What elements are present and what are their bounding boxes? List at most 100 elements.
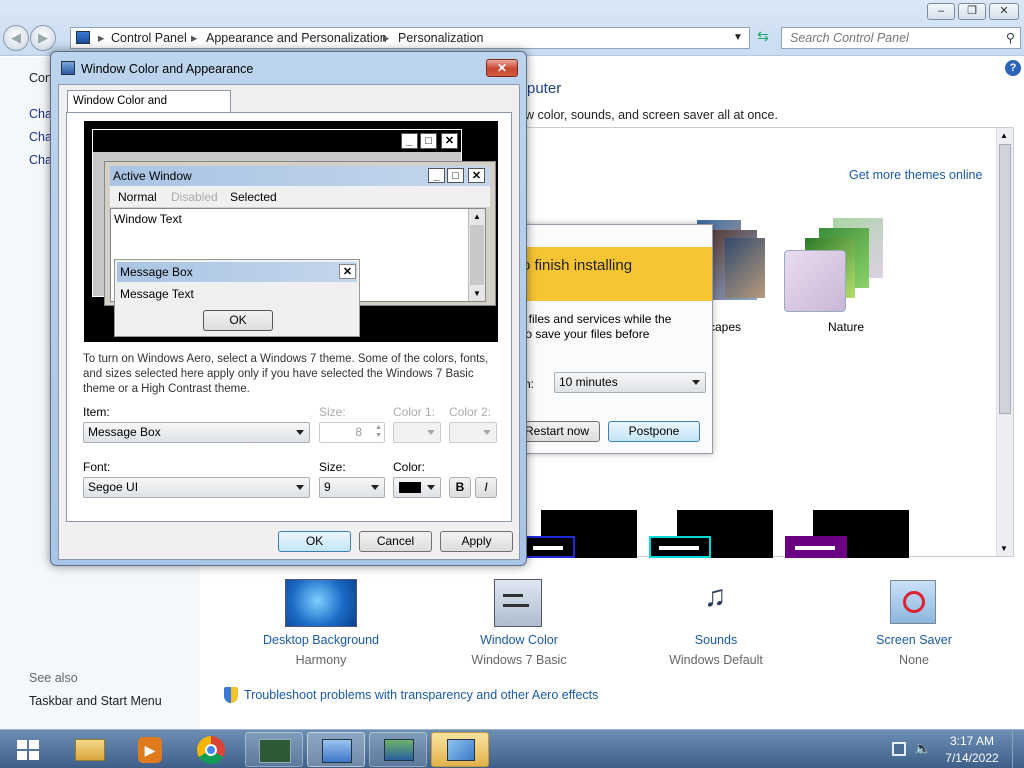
forward-button[interactable]: ▶: [30, 25, 56, 51]
breadcrumb-appearance[interactable]: Appearance and Personalization: [206, 28, 387, 48]
clock-date[interactable]: 7/14/2022: [942, 751, 1002, 765]
preview-ok-button: OK: [203, 310, 273, 331]
preview-active-title: Active Window: [113, 169, 192, 183]
breadcrumb-control-panel[interactable]: Control Panel: [111, 28, 187, 48]
screen-saver-link[interactable]: Screen Saver: [844, 633, 984, 647]
left-link-2[interactable]: Cha: [29, 107, 52, 121]
left-link-4[interactable]: Cha: [29, 153, 52, 167]
tab-window-color-appearance[interactable]: Window Color and Appearance: [67, 90, 231, 127]
chrome-icon[interactable]: [182, 732, 240, 767]
dialog-close-button[interactable]: ✕: [486, 59, 518, 77]
refresh-icon[interactable]: ⇆: [752, 28, 774, 48]
theme-thumbnail-high-contrast-1[interactable]: [525, 510, 637, 558]
back-button[interactable]: ◀: [3, 25, 29, 51]
item-size-stepper: 8 ▲ ▼: [319, 422, 385, 443]
window-color-link[interactable]: Window Color: [449, 633, 589, 647]
desktop-background-icon[interactable]: [285, 579, 357, 627]
themes-scrollbar[interactable]: ▲ ▼: [996, 128, 1013, 556]
media-player-icon[interactable]: ▶: [121, 732, 179, 767]
troubleshoot-link[interactable]: Troubleshoot problems with transparency …: [244, 688, 598, 702]
minimize-button[interactable]: –: [927, 3, 955, 20]
windows-start-icon[interactable]: [4, 732, 52, 767]
remind-delay-dropdown[interactable]: 10 minutes: [554, 372, 706, 393]
sounds-link[interactable]: Sounds: [646, 633, 786, 647]
preview-menu-normal: Normal: [118, 190, 157, 204]
scrollbar-thumb[interactable]: [999, 144, 1011, 414]
address-bar[interactable]: ▸ Control Panel ▸ Appearance and Persona…: [70, 27, 750, 49]
get-more-themes-link[interactable]: Get more themes online: [849, 168, 982, 182]
preview-menu-selected: Selected: [230, 190, 277, 204]
font-size-label: Size:: [319, 460, 346, 474]
tab-panel: _ □ ✕ Active Window _ □ ✕ Normal Disable…: [66, 112, 512, 522]
taskbar-start-menu-link[interactable]: Taskbar and Start Menu: [29, 694, 162, 708]
font-label: Font:: [83, 460, 111, 474]
close-button[interactable]: ✕: [989, 3, 1019, 20]
preview-message-box-title: Message Box: [120, 265, 193, 279]
search-input[interactable]: Search Control Panel ⚲: [781, 27, 1021, 49]
appearance-preview[interactable]: _ □ ✕ Active Window _ □ ✕ Normal Disable…: [84, 121, 498, 342]
desktop-background-value: Harmony: [295, 653, 347, 667]
font-color-picker[interactable]: [393, 477, 441, 498]
task-manager-icon[interactable]: [245, 732, 303, 767]
breadcrumb-personalization[interactable]: Personalization: [398, 28, 483, 48]
screen-saver-value: None: [899, 653, 929, 667]
show-desktop-button[interactable]: [1012, 730, 1024, 768]
preview-message-box[interactable]: Message Box ✕ Message Text OK: [114, 259, 360, 337]
control-panel-icon: [76, 31, 90, 44]
personalization-icon[interactable]: [431, 732, 489, 767]
address-dropdown-icon[interactable]: ▼: [733, 28, 743, 48]
font-color-label: Color:: [393, 460, 426, 474]
update-banner-text: o finish installing: [522, 257, 633, 274]
window-color-value: Windows 7 Basic: [471, 653, 567, 667]
update-line-2: to save your files before: [522, 327, 650, 341]
file-explorer-icon[interactable]: [60, 732, 118, 767]
font-size-dropdown[interactable]: 9: [319, 477, 385, 498]
item-label: Item:: [83, 405, 110, 419]
shield-icon: [224, 687, 238, 703]
dialog-title: Window Color and Appearance: [81, 62, 254, 76]
clock-time[interactable]: 3:17 AM: [942, 734, 1002, 748]
dialog-app-icon: [61, 61, 75, 75]
color2-picker: [449, 422, 497, 443]
see-also-heading: See also: [29, 671, 78, 685]
preview-scrollbar[interactable]: ▲ ▼: [468, 209, 485, 301]
window-color-appearance-dialog: Window Color and Appearance ✕ Window Col…: [50, 51, 527, 566]
network-icon[interactable]: [892, 742, 906, 756]
scroll-up-icon[interactable]: ▲: [1000, 131, 1008, 140]
update-dialog: o finish installing t files and services…: [513, 224, 713, 454]
left-link-3[interactable]: Cha: [29, 130, 52, 144]
cancel-button[interactable]: Cancel: [359, 531, 432, 552]
volume-icon[interactable]: 🔈: [914, 740, 931, 757]
theme-thumbnail-nature[interactable]: [783, 218, 903, 314]
dialog-body: Window Color and Appearance _ □ ✕ Active…: [58, 84, 520, 560]
control-panel-icon[interactable]: [307, 732, 365, 767]
font-color-swatch: [399, 482, 421, 493]
remote-desktop-icon[interactable]: [369, 732, 427, 767]
item-dropdown[interactable]: Message Box: [83, 422, 310, 443]
font-dropdown[interactable]: Segoe UI: [83, 477, 310, 498]
italic-button[interactable]: I: [475, 477, 497, 498]
maximize-button[interactable]: ❐: [958, 3, 986, 20]
window-color-icon[interactable]: [494, 579, 542, 627]
explorer-toolbar: – ❐ ✕ ◀ ▶ ▸ Control Panel ▸ Appearance a…: [0, 0, 1024, 56]
color2-label: Color 2:: [449, 405, 492, 419]
preview-message-text: Message Text: [120, 287, 194, 301]
sounds-icon[interactable]: ♫: [690, 580, 740, 626]
theme-thumbnail-high-contrast-2[interactable]: [649, 510, 773, 558]
update-line-1: t files and services while the: [522, 312, 672, 326]
postpone-button[interactable]: Postpone: [608, 421, 700, 442]
scroll-down-icon[interactable]: ▼: [1000, 544, 1008, 553]
apply-button[interactable]: Apply: [440, 531, 513, 552]
help-icon[interactable]: ?: [1005, 60, 1021, 76]
update-banner: o finish installing: [514, 247, 712, 301]
bold-button[interactable]: B: [449, 477, 471, 498]
page-title: puter: [527, 80, 562, 97]
left-link-1[interactable]: Con: [29, 71, 52, 85]
ok-button[interactable]: OK: [278, 531, 351, 552]
screen-saver-icon[interactable]: [890, 580, 936, 624]
preview-menu-disabled: Disabled: [171, 190, 218, 204]
theme-thumbnail-high-contrast-3[interactable]: [785, 510, 909, 558]
desktop-background-link[interactable]: Desktop Background: [251, 633, 391, 647]
aero-info-text: To turn on Windows Aero, select a Window…: [83, 353, 489, 395]
taskbar: ▶ 🔈 3:17 AM 7/14/2022: [0, 729, 1024, 768]
